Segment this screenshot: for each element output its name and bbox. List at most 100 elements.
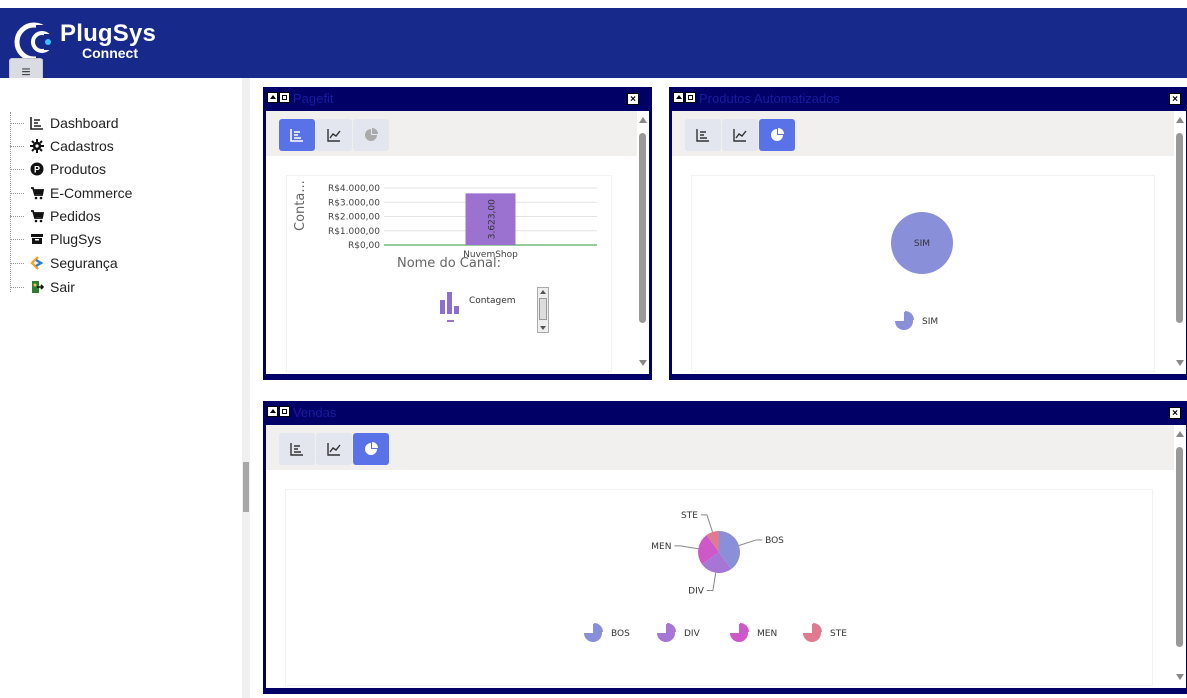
bar-chart-button[interactable] <box>279 119 315 151</box>
sidebar-item-seguranca[interactable]: Segurança <box>10 253 118 273</box>
panel-scrollbar[interactable] <box>1174 425 1186 688</box>
leader-line <box>738 539 763 546</box>
scroll-thumb[interactable] <box>639 133 646 323</box>
widget-panel-vendas: Vendas × BOS DIV MEN STE BOS DIV MEN STE <box>263 401 1187 694</box>
line-chart-icon <box>327 443 341 456</box>
sidebar-item-dashboard[interactable]: Dashboard <box>10 113 119 133</box>
product-p-icon: P <box>30 162 44 176</box>
sidebar-item-sair[interactable]: Sair <box>10 277 75 297</box>
code-icon <box>30 256 44 270</box>
pie-chart-button[interactable] <box>353 433 389 465</box>
data-label: 3.623,00 <box>488 199 498 239</box>
bar-chart-icon <box>290 129 303 142</box>
bar-chart-icon <box>696 129 709 142</box>
sidebar-scroll-thumb[interactable] <box>243 462 249 512</box>
slice-label: SIM <box>914 239 930 249</box>
cart-icon <box>31 210 44 223</box>
pie-chart: SIM SIM <box>891 212 953 330</box>
widget-panel-produtos: Produtos Automatizados × SIM SIM <box>669 87 1187 380</box>
slice-label: DIV <box>688 587 705 597</box>
sidebar-item-plugsys[interactable]: PlugSys <box>10 229 101 249</box>
pie-chart-button[interactable] <box>759 119 795 151</box>
leader-line <box>674 545 699 550</box>
pie-chart-icon <box>771 128 784 141</box>
panel-body: 3.623,00 R$4.000,00 R$3.000,00 R$2.000,00 R… <box>266 111 649 374</box>
scroll-up-arrow[interactable] <box>1176 117 1184 123</box>
line-chart-button[interactable] <box>316 119 352 151</box>
legend-bar-icon <box>440 292 459 314</box>
legend-label: BOS <box>611 629 630 639</box>
sidebar-item-label: Segurança <box>50 255 118 271</box>
sidebar-item-ecommerce[interactable]: E-Commerce <box>10 183 132 203</box>
scroll-up-arrow[interactable] <box>639 117 647 123</box>
scroll-down-arrow[interactable] <box>1176 360 1184 366</box>
scroll-thumb[interactable] <box>1176 133 1183 323</box>
legend-pie-icon <box>667 623 676 632</box>
maximize-icon[interactable] <box>279 92 290 103</box>
panel-titlebar[interactable]: Vendas × <box>263 401 1187 425</box>
legend-item: MEN <box>730 623 777 642</box>
sidebar-scrollbar[interactable] <box>242 78 250 698</box>
app-header: PlugSys Connect <box>0 8 1187 78</box>
bar-chart-icon <box>290 443 303 456</box>
close-icon[interactable]: × <box>627 93 639 105</box>
chart-bar-icon <box>30 117 43 130</box>
minimize-icon[interactable] <box>267 92 278 103</box>
sidebar-item-label: PlugSys <box>50 231 102 247</box>
legend-pie-icon <box>594 623 603 632</box>
widget-panel-pagefit: Pagefit × 3.623,00 R$4.000,00 R$3.000,00 R… <box>263 87 652 380</box>
legend-label: SIM <box>922 317 938 327</box>
panel-title: Produtos Automatizados <box>699 91 840 106</box>
legend-item: DIV <box>657 623 701 642</box>
chart-type-toolbar <box>266 425 1176 470</box>
legend-scrollbar[interactable] <box>537 287 549 333</box>
legend-scroll-down[interactable] <box>540 326 546 330</box>
panel-titlebar[interactable]: Pagefit × <box>263 87 652 111</box>
slice-label: STE <box>681 511 698 521</box>
panel-scrollbar[interactable] <box>1174 111 1186 374</box>
slice-label: BOS <box>765 536 784 546</box>
box-icon <box>31 234 43 244</box>
panel-titlebar[interactable]: Produtos Automatizados × <box>669 87 1187 111</box>
bar-chart-button[interactable] <box>685 119 721 151</box>
minimize-icon[interactable] <box>673 92 684 103</box>
svg-text:P: P <box>34 165 40 175</box>
close-icon[interactable]: × <box>1169 407 1181 419</box>
sidebar-item-produtos[interactable]: P Produtos <box>10 159 106 179</box>
sidebar-item-cadastros[interactable]: Cadastros <box>10 136 114 156</box>
minimize-icon[interactable] <box>267 406 278 417</box>
legend-marker <box>447 320 454 322</box>
scroll-up-arrow[interactable] <box>1176 431 1184 437</box>
scroll-thumb[interactable] <box>1176 447 1183 647</box>
bar-chart-button[interactable] <box>279 433 315 465</box>
line-chart-button[interactable] <box>722 119 758 151</box>
scroll-down-arrow[interactable] <box>1176 674 1184 680</box>
legend-scroll-up[interactable] <box>540 290 546 294</box>
gear-icon <box>30 139 44 153</box>
close-icon[interactable]: × <box>1169 93 1181 105</box>
line-chart-icon <box>327 129 341 142</box>
pie-chart-button[interactable] <box>353 119 389 151</box>
pie-chart-icon <box>365 442 378 455</box>
y-tick-label: R$0,00 <box>348 241 380 251</box>
scroll-down-arrow[interactable] <box>639 360 647 366</box>
legend-pie-icon <box>740 623 749 632</box>
x-axis-label: Nome do Canal: <box>396 256 502 271</box>
cart-icon <box>31 187 44 200</box>
panel-scrollbar[interactable] <box>637 111 649 374</box>
chart-card: BOS DIV MEN STE BOS DIV MEN STE <box>286 490 1152 685</box>
y-axis-label: Conta... <box>293 180 308 231</box>
pie-chart-icon <box>365 128 378 141</box>
legend-pie-icon <box>905 311 914 320</box>
maximize-icon[interactable] <box>279 406 290 417</box>
sidebar-item-label: Cadastros <box>50 138 114 154</box>
sidebar-item-pedidos[interactable]: Pedidos <box>10 206 101 226</box>
brand-sub: Connect <box>82 45 138 61</box>
legend-scroll-thumb[interactable] <box>539 298 547 320</box>
legend-item: BOS <box>584 623 630 642</box>
maximize-icon[interactable] <box>685 92 696 103</box>
leader-line <box>706 572 717 592</box>
line-chart-button[interactable] <box>316 433 352 465</box>
sidebar-item-label: E-Commerce <box>50 185 133 201</box>
y-tick-label: R$4.000,00 <box>328 184 380 194</box>
